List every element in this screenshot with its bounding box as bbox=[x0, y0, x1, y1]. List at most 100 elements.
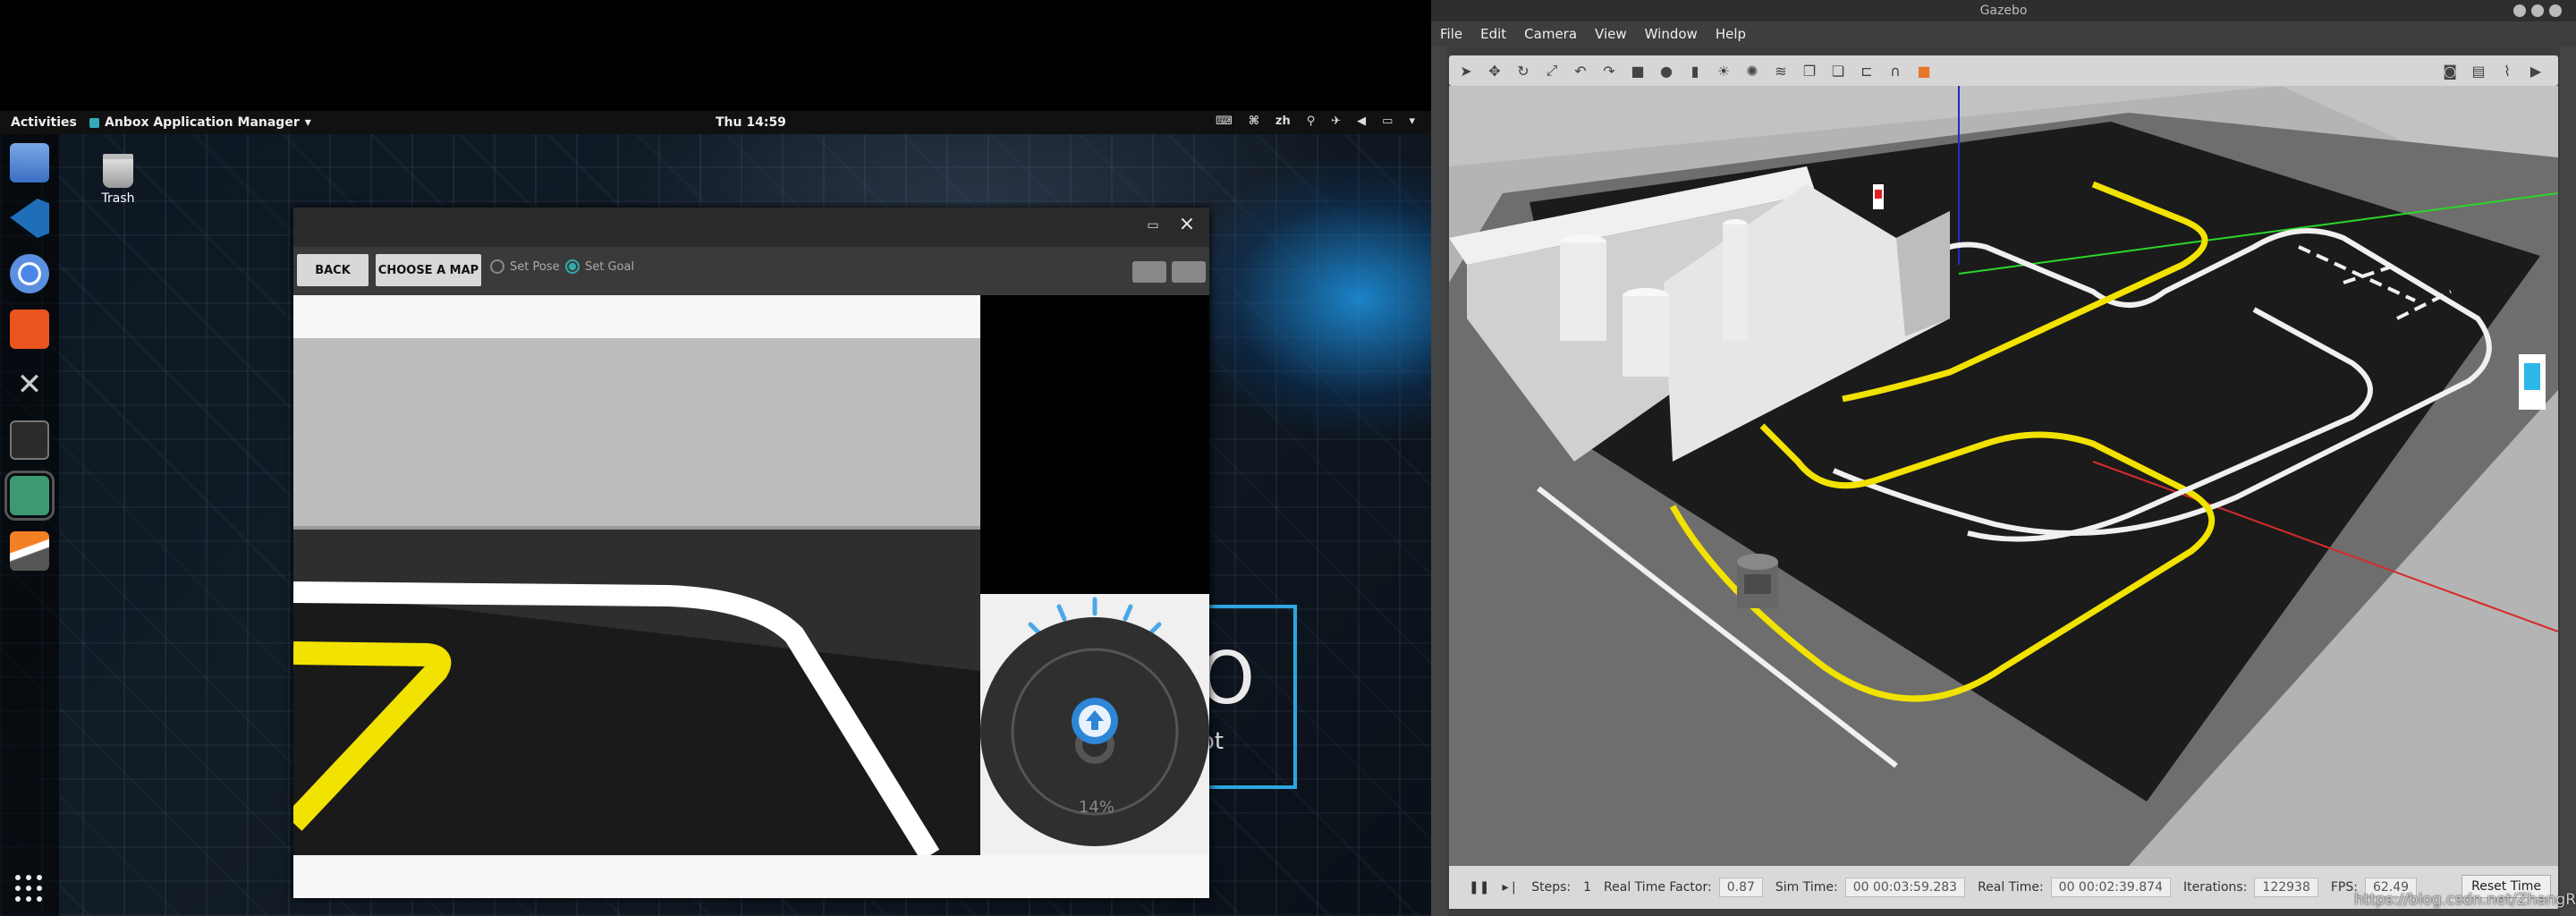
stack-icon[interactable] bbox=[10, 531, 49, 571]
app-toolbar: BACK CHOOSE A MAP Set Pose Set Goal bbox=[293, 247, 1209, 295]
paste-icon[interactable]: ❏ bbox=[1828, 61, 1848, 81]
steps-value[interactable]: 1 bbox=[1583, 880, 1591, 895]
video-record-icon[interactable]: ▶ bbox=[2526, 61, 2546, 81]
copy-icon[interactable]: ❐ bbox=[1800, 61, 1819, 81]
scale-icon[interactable]: ⤢ bbox=[1542, 61, 1562, 81]
vscode-icon[interactable] bbox=[10, 199, 49, 238]
menu-bar: File Edit Camera View Window Help bbox=[1431, 21, 2576, 47]
software-center-icon[interactable] bbox=[10, 310, 49, 349]
app-menu[interactable]: Anbox Application Manager ▾ bbox=[89, 115, 311, 130]
iterations-label: Iterations: bbox=[2183, 880, 2248, 895]
chevron-down-icon: ▾ bbox=[304, 115, 311, 130]
snap-icon[interactable]: ∩ bbox=[1885, 61, 1905, 81]
terminal-icon[interactable] bbox=[10, 420, 49, 460]
system-tray[interactable]: ⌨ ⌘ zh ⚲ ✈ ◀ ▭ ▾ bbox=[1216, 114, 1415, 128]
app-menu-label: Anbox Application Manager bbox=[105, 115, 300, 130]
select-arrow-icon[interactable]: ➤ bbox=[1456, 61, 1476, 81]
box-shape-icon[interactable]: ■ bbox=[1628, 61, 1648, 81]
undo-icon[interactable]: ↶ bbox=[1571, 61, 1590, 81]
iterations-value: 122938 bbox=[2254, 878, 2318, 897]
3d-scene-viewport[interactable] bbox=[1449, 86, 2558, 866]
gazebo-toolbar: ➤ ✥ ↻ ⤢ ↶ ↷ ■ ● ▮ ☀ ✺ ≋ ❐ ❏ ⊏ ∩ ■ ◙ ▤ ⌇ … bbox=[1449, 55, 2558, 86]
sphere-shape-icon[interactable]: ● bbox=[1657, 61, 1676, 81]
redo-icon[interactable]: ↷ bbox=[1599, 61, 1619, 81]
android-icon[interactable] bbox=[4, 471, 55, 521]
network-icon: ⚲ bbox=[1306, 114, 1316, 128]
choose-map-button[interactable]: CHOOSE A MAP bbox=[376, 254, 481, 286]
minimize-icon[interactable] bbox=[2513, 4, 2526, 17]
translate-icon[interactable]: ✥ bbox=[1485, 61, 1504, 81]
joystick-panel: 14% bbox=[980, 594, 1209, 855]
battery-icon: ▭ bbox=[1382, 114, 1394, 128]
speed-percentage: 14% bbox=[1078, 798, 1114, 817]
radio-off-icon bbox=[490, 259, 504, 274]
directional-light-icon[interactable]: ≋ bbox=[1771, 61, 1791, 81]
steps-label: Steps: bbox=[1531, 880, 1572, 895]
rotate-icon[interactable]: ↻ bbox=[1513, 61, 1533, 81]
left-monitor: Trash Activities Anbox Application Manag… bbox=[0, 0, 1431, 916]
trash-desktop-item[interactable]: Trash bbox=[98, 154, 138, 206]
rtf-value: 0.87 bbox=[1718, 878, 1763, 897]
radio-on-icon bbox=[565, 259, 580, 274]
set-pose-radio[interactable]: Set Pose bbox=[490, 259, 560, 274]
clock[interactable]: Thu 14:59 bbox=[716, 115, 786, 130]
left-panel-handle[interactable] bbox=[1431, 47, 1447, 916]
show-applications-icon[interactable] bbox=[15, 875, 42, 902]
airplane-icon: ✈ bbox=[1331, 114, 1342, 128]
anbox-app-icon bbox=[89, 117, 99, 128]
rtf-label: Real Time Factor: bbox=[1604, 880, 1712, 895]
set-goal-label: Set Goal bbox=[585, 259, 635, 274]
input-language[interactable]: zh bbox=[1275, 114, 1291, 128]
set-pose-label: Set Pose bbox=[510, 259, 560, 274]
screen: Trash Activities Anbox Application Manag… bbox=[0, 0, 2576, 916]
maximize-icon[interactable] bbox=[2531, 4, 2544, 17]
toolbar-action-button[interactable] bbox=[1172, 261, 1206, 283]
right-panel-handle[interactable] bbox=[2560, 47, 2576, 916]
back-button[interactable]: BACK bbox=[297, 254, 369, 286]
menu-view[interactable]: View bbox=[1595, 26, 1627, 42]
volume-icon: ◀ bbox=[1357, 114, 1367, 128]
chromium-icon[interactable] bbox=[10, 254, 49, 293]
window-titlebar[interactable]: ▭ × bbox=[293, 208, 1209, 247]
activities-button[interactable]: Activities bbox=[11, 115, 77, 130]
files-icon[interactable] bbox=[10, 143, 49, 182]
trash-label: Trash bbox=[101, 191, 135, 206]
spot-light-icon[interactable]: ✺ bbox=[1742, 61, 1762, 81]
menu-help[interactable]: Help bbox=[1716, 26, 1746, 42]
power-menu-icon: ▾ bbox=[1409, 114, 1415, 128]
screenshot-icon[interactable]: ◙ bbox=[2440, 61, 2460, 81]
log-icon[interactable]: ▤ bbox=[2469, 61, 2488, 81]
window-title: Gazebo bbox=[1431, 0, 2576, 21]
watermark-url: https://blog.csdn.net/ZhangRelay bbox=[2354, 891, 2576, 909]
maximize-icon[interactable]: ▭ bbox=[1145, 218, 1161, 234]
point-light-icon[interactable]: ☀ bbox=[1714, 61, 1733, 81]
plot-icon[interactable]: ⌇ bbox=[2497, 61, 2517, 81]
menu-window[interactable]: Window bbox=[1645, 26, 1698, 42]
pause-icon[interactable]: ❚❚ bbox=[1469, 880, 1489, 895]
change-view-icon[interactable]: ■ bbox=[1914, 61, 1934, 81]
real-time-value: 00 00:02:39.874 bbox=[2050, 878, 2171, 897]
dock: ✕ bbox=[0, 134, 59, 916]
step-icon[interactable]: ▸❘ bbox=[1502, 880, 1519, 895]
anbox-app-window: ▭ × BACK CHOOSE A MAP Set Pose Set Goal bbox=[293, 208, 1209, 898]
map-area[interactable]: 14% bbox=[293, 295, 1209, 898]
menu-edit[interactable]: Edit bbox=[1480, 26, 1506, 42]
keyboard-icon: ⌨ bbox=[1216, 114, 1233, 128]
menu-camera[interactable]: Camera bbox=[1524, 26, 1577, 42]
window-controls bbox=[2513, 4, 2562, 17]
close-icon[interactable]: × bbox=[1177, 215, 1197, 234]
map-preview-black bbox=[980, 295, 1209, 594]
set-goal-radio[interactable]: Set Goal bbox=[565, 259, 634, 274]
real-time-label: Real Time: bbox=[1978, 880, 2044, 895]
gnome-top-bar: Activities Anbox Application Manager ▾ T… bbox=[0, 111, 1431, 134]
tools-icon[interactable]: ✕ bbox=[10, 365, 49, 404]
align-icon[interactable]: ⊏ bbox=[1857, 61, 1877, 81]
sim-time-value: 00 00:03:59.283 bbox=[1844, 878, 1966, 897]
close-icon[interactable] bbox=[2549, 4, 2562, 17]
toolbar-action-button[interactable] bbox=[1132, 261, 1166, 283]
trash-icon bbox=[103, 154, 133, 188]
menu-file[interactable]: File bbox=[1440, 26, 1462, 42]
robot-camera-view bbox=[293, 295, 980, 855]
camera-image bbox=[293, 295, 980, 855]
cylinder-shape-icon[interactable]: ▮ bbox=[1685, 61, 1705, 81]
